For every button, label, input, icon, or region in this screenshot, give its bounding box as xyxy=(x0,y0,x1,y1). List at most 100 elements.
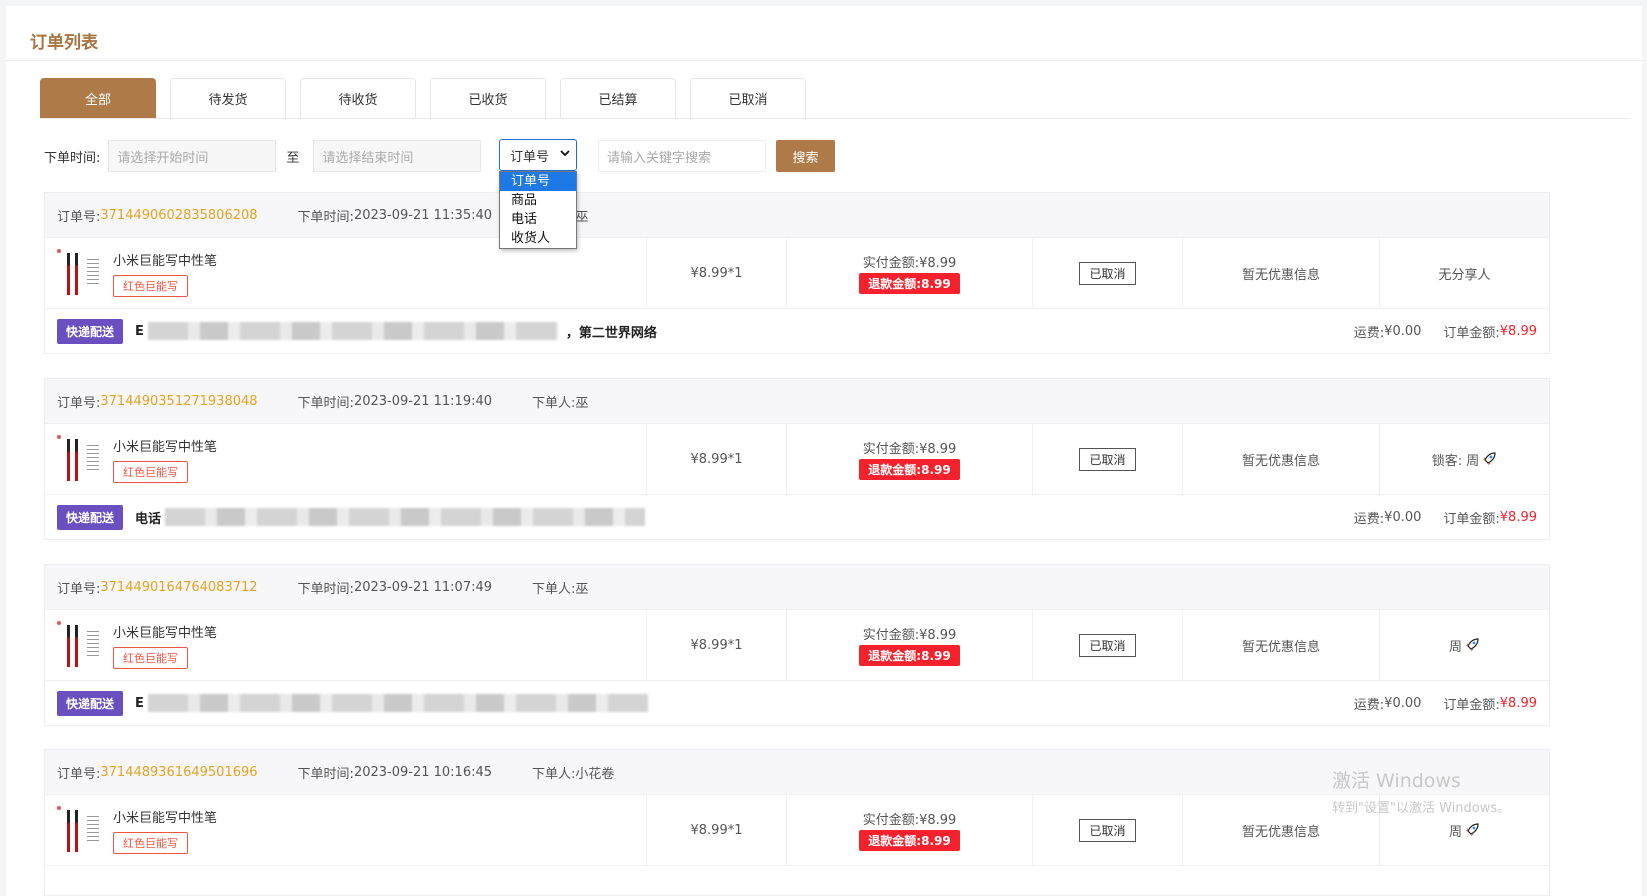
status-cell: 已取消 xyxy=(1033,424,1183,494)
total-amount: ¥8.99 xyxy=(1499,695,1537,711)
order-card: 订单号: 3714489361649501696 下单时间: 2023-09-2… xyxy=(44,749,1550,896)
product-name: 小米巨能写中性笔 xyxy=(113,810,218,826)
status-cell: 已取消 xyxy=(1033,610,1183,680)
tab-all[interactable]: 全部 xyxy=(40,78,156,118)
total-label: 订单金额: xyxy=(1443,697,1500,713)
paid-amount: ¥8.99 xyxy=(919,256,957,271)
sharer-info: 周 xyxy=(1448,824,1462,840)
search-field-dropdown: 订单号 商品 电话 收货人 xyxy=(499,171,577,249)
search-field-select[interactable]: 订单号 xyxy=(499,139,577,171)
status-badge: 已取消 xyxy=(1079,261,1136,285)
order-time-label: 下单时间: xyxy=(297,581,354,597)
keyword-search-input[interactable]: 请输入关键字搜索 xyxy=(598,140,766,172)
amount-cell: 实付金额:¥8.99 退款金额:8.99 xyxy=(787,424,1033,494)
product-thumbnail xyxy=(57,806,103,854)
order-time-label: 下单时间: xyxy=(297,395,354,411)
freight-amount: ¥0.00 xyxy=(1384,509,1422,525)
filter-bar: 下单时间: 请选择开始时间 至 请选择结束时间 xyxy=(44,140,482,172)
option-phone[interactable]: 电话 xyxy=(500,210,576,229)
option-receiver[interactable]: 收货人 xyxy=(500,229,576,248)
paid-amount: ¥8.99 xyxy=(919,628,957,643)
order-no-label: 订单号: xyxy=(57,209,101,225)
total-amount: ¥8.99 xyxy=(1499,323,1537,339)
blurred-address xyxy=(165,508,646,526)
status-cell: 已取消 xyxy=(1033,238,1183,308)
sharer-info: 锁客: 周 xyxy=(1431,453,1480,469)
order-item-row: 小米巨能写中性笔 红色巨能写 ¥8.99*1 实付金额:¥8.99 退款金额:8… xyxy=(45,423,1549,495)
to-label: 至 xyxy=(286,150,300,166)
freight-amount: ¥0.00 xyxy=(1384,323,1422,339)
status-tabs: 全部 待发货 待收货 已收货 已结算 已取消 xyxy=(40,78,806,118)
address-suffix: ，第二世界网络 xyxy=(565,325,657,341)
rocket-icon xyxy=(1464,637,1480,653)
refund-label: 退款金额: xyxy=(868,463,922,477)
address-prefix: 电话 xyxy=(135,511,162,527)
status-cell: 已取消 xyxy=(1033,795,1183,865)
product-spec-tag: 红色巨能写 xyxy=(113,646,188,669)
refund-label: 退款金额: xyxy=(868,649,922,663)
end-time-input[interactable]: 请选择结束时间 xyxy=(313,140,482,172)
sharer-cell: 锁客: 周 xyxy=(1380,424,1549,494)
unit-price: ¥8.99*1 xyxy=(647,238,787,308)
watermark-subtitle: 转到"设置"以激活 Windows。 xyxy=(1332,801,1511,816)
order-item-row: 小米巨能写中性笔 红色巨能写 ¥8.99*1 实付金额:¥8.99 退款金额:8… xyxy=(45,609,1549,681)
order-no-label: 订单号: xyxy=(57,581,101,597)
status-badge: 已取消 xyxy=(1079,447,1136,471)
product-spec-tag: 红色巨能写 xyxy=(113,274,188,297)
tabs-divider xyxy=(40,118,1630,119)
order-time-label: 下单时间: xyxy=(297,766,354,782)
order-number[interactable]: 3714490602835806208 xyxy=(100,208,257,223)
order-time: 2023-09-21 11:35:40 xyxy=(353,207,493,223)
product-thumbnail xyxy=(57,621,103,669)
option-product[interactable]: 商品 xyxy=(500,191,576,210)
orderer: 巫 xyxy=(575,209,589,225)
order-time: 2023-09-21 11:07:49 xyxy=(353,579,493,595)
delivery-type-tag: 快递配送 xyxy=(57,690,124,716)
address-prefix: E xyxy=(135,695,144,711)
order-card: 订单号: 3714490351271938048 下单时间: 2023-09-2… xyxy=(44,378,1550,540)
order-number[interactable]: 3714490164764083712 xyxy=(100,580,257,595)
unit-price: ¥8.99*1 xyxy=(647,795,787,865)
refund-amount: 8.99 xyxy=(921,463,951,477)
refund-label: 退款金额: xyxy=(868,277,922,291)
freight-label: 运费: xyxy=(1353,697,1385,713)
option-order-no[interactable]: 订单号 xyxy=(500,172,576,191)
tab-received[interactable]: 已收货 xyxy=(430,78,546,118)
chevron-down-icon xyxy=(560,148,570,161)
order-time: 2023-09-21 11:19:40 xyxy=(353,393,493,409)
windows-activation-watermark: 激活 Windows 转到"设置"以激活 Windows。 xyxy=(1332,766,1510,816)
orderer: 巫 xyxy=(575,581,589,597)
order-no-label: 订单号: xyxy=(57,395,101,411)
order-header: 订单号: 3714490602835806208 下单时间: 2023-09-2… xyxy=(45,193,1549,237)
unit-price: ¥8.99*1 xyxy=(647,424,787,494)
tab-cancelled[interactable]: 已取消 xyxy=(690,78,806,118)
rocket-icon xyxy=(1464,822,1480,838)
product-name: 小米巨能写中性笔 xyxy=(113,439,218,455)
order-footer: 快递配送 电话 运费: ¥0.00 订单金额: ¥8.99 xyxy=(45,495,1549,539)
order-number[interactable]: 3714490351271938048 xyxy=(100,394,257,409)
select-value: 订单号 xyxy=(510,149,550,165)
tab-to-receive[interactable]: 待收货 xyxy=(300,78,416,118)
tab-to-ship[interactable]: 待发货 xyxy=(170,78,286,118)
order-item-row: 小米巨能写中性笔 红色巨能写 ¥8.99*1 实付金额:¥8.99 退款金额:8… xyxy=(45,237,1549,309)
order-header: 订单号: 3714490351271938048 下单时间: 2023-09-2… xyxy=(45,379,1549,423)
refund-amount: 8.99 xyxy=(921,834,951,848)
freight-amount: ¥0.00 xyxy=(1384,695,1422,711)
product-name: 小米巨能写中性笔 xyxy=(113,253,218,269)
page-title: 订单列表 xyxy=(30,33,98,53)
product-thumbnail xyxy=(57,249,103,297)
order-number[interactable]: 3714489361649501696 xyxy=(100,765,257,780)
freight-label: 运费: xyxy=(1353,325,1385,341)
rocket-icon xyxy=(1481,451,1497,467)
order-time-label: 下单时间: xyxy=(44,150,101,166)
product-cell: 小米巨能写中性笔 红色巨能写 xyxy=(45,610,647,680)
orderer-label: 下单人: xyxy=(532,395,576,411)
refund-amount: 8.99 xyxy=(921,277,951,291)
orderer-label: 下单人: xyxy=(532,581,576,597)
order-card: 订单号: 3714490602835806208 下单时间: 2023-09-2… xyxy=(44,192,1550,354)
order-card: 订单号: 3714490164764083712 下单时间: 2023-09-2… xyxy=(44,564,1550,726)
tab-settled[interactable]: 已结算 xyxy=(560,78,676,118)
search-button[interactable]: 搜索 xyxy=(776,140,835,172)
order-header: 订单号: 3714490164764083712 下单时间: 2023-09-2… xyxy=(45,565,1549,609)
start-time-input[interactable]: 请选择开始时间 xyxy=(108,140,277,172)
